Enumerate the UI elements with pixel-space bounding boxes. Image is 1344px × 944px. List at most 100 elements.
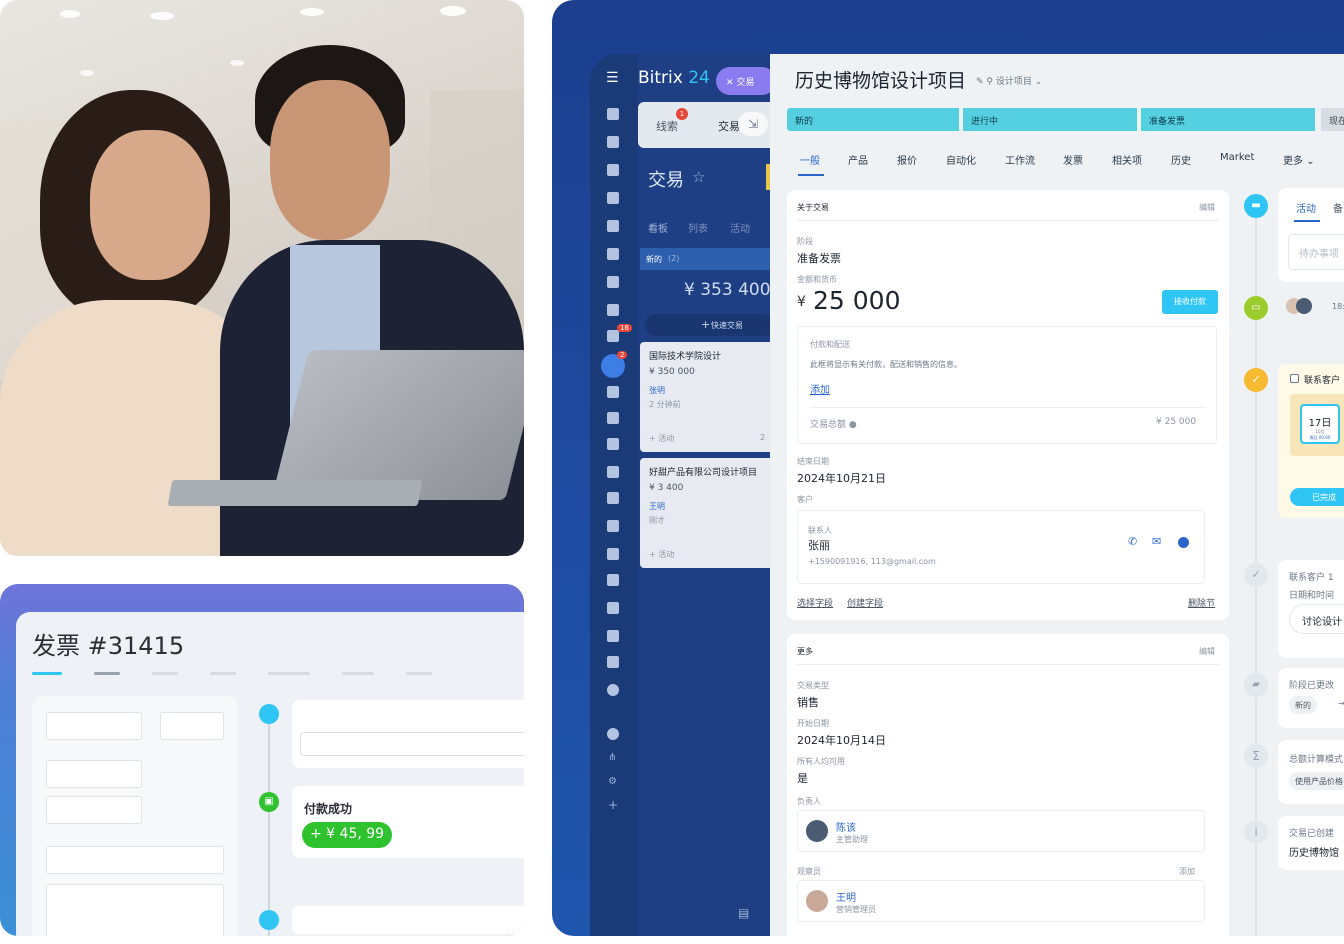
pipeline-tab-leads[interactable]: 线索 [656,118,678,134]
tab-workflow[interactable]: 工作流 [1005,152,1035,167]
deal-card-title: 好甜产品有限公司设计项目 [649,468,758,478]
tab-note[interactable]: 备 [1333,200,1343,215]
cart-icon[interactable] [607,438,619,450]
info-icon[interactable]: ● [849,420,857,430]
receive-payment-button[interactable]: 接收付款 [1162,290,1218,314]
deal-card[interactable]: 好甜产品有限公司设计项目 ¥ 3 400 王明 刚才 + 活动 [640,458,770,568]
menu-icon[interactable]: ☰ [606,70,619,86]
stage-in-progress[interactable]: 进行中 [963,108,1137,131]
pen-icon[interactable] [607,492,619,504]
deal-title: 历史博物馆设计项目 [795,70,967,92]
deal-total-label: 交易总额 ● [810,417,857,430]
task-checkbox[interactable] [1290,374,1299,383]
calendar-icon[interactable] [607,192,619,204]
mail-icon[interactable] [607,276,619,288]
email-icon[interactable]: ✉ [1152,535,1161,548]
analytics-icon[interactable] [607,520,619,532]
add-activity-link[interactable]: + 活动 [649,549,674,560]
tasks-icon[interactable] [607,330,619,342]
responsible-name[interactable]: 陈该 [836,819,856,834]
chat-bubble-icon: ▭ [1244,296,1268,320]
pipeline-tab-deals[interactable]: 交易 [718,118,740,134]
view-tab-kanban[interactable]: 看板 [648,220,668,235]
create-field-link[interactable]: 创建字段 [847,596,883,609]
link-icon[interactable]: ⚲ [986,77,993,87]
stage-current[interactable]: 现在 [1321,108,1344,131]
deal-card[interactable]: 国际技术学院设计 ¥ 350 000 张明 2 分钟前 + 活动 2 [640,342,770,452]
target-icon[interactable] [607,412,619,424]
form-field[interactable] [46,796,142,824]
add-activity-link[interactable]: + 活动 [649,433,674,444]
invoice-card: 发票 #31415 ▣ 付款成功 + ¥ 45, 99 [0,584,524,936]
edit-section-link[interactable]: 编辑 [1199,646,1215,657]
box-icon[interactable] [607,602,619,614]
edit-icon[interactable]: ✎ [976,77,984,87]
phone-icon[interactable]: ✆ [1128,535,1137,548]
add-icon[interactable]: + [608,798,618,812]
bitrix-logo[interactable]: Bitrix 24 [638,68,710,88]
tab-quotes[interactable]: 报价 [897,152,917,167]
tab-automation[interactable]: 自动化 [946,152,976,167]
form-field[interactable] [160,712,224,740]
contact-client-suffix: 1 [1327,573,1334,583]
discuss-design-pill[interactable]: 讨论设计 [1289,604,1344,634]
bank-icon[interactable] [607,386,619,398]
info-icon: i [1244,820,1268,844]
tab-related[interactable]: 相关项 [1112,152,1142,167]
comment-input[interactable] [300,732,524,756]
sign-icon[interactable] [607,466,619,478]
market-icon[interactable] [607,630,619,642]
add-observer-link[interactable]: 添加 [1179,866,1195,877]
form-field[interactable] [46,760,142,788]
deal-card-time: 2 分钟前 [649,400,681,409]
tab-invoices[interactable]: 发票 [1063,152,1083,167]
stage-new[interactable]: 新的 [787,108,959,131]
help-icon[interactable] [607,728,619,740]
view-tab-list[interactable]: 列表 [688,220,708,235]
tab-history[interactable]: 历史 [1171,152,1191,167]
robot-icon[interactable] [607,574,619,586]
plus-icon: + [701,318,711,331]
form-textarea[interactable] [46,884,224,936]
divider [797,220,1219,221]
chat-icon[interactable] [1178,537,1189,548]
deal-card-person[interactable]: 王明 [649,501,665,512]
drive-icon[interactable] [607,248,619,260]
contacts-icon[interactable] [607,304,619,316]
tab-market[interactable]: Market [1220,152,1254,163]
terminal-icon[interactable] [607,548,619,560]
contact-name[interactable]: 张丽 [808,537,830,553]
delete-section-link[interactable]: 删除节 [1188,596,1215,609]
settings-icon[interactable]: ⚙ [608,776,617,787]
collapse-icon[interactable]: ⇲ [738,112,768,136]
tab-general[interactable]: 一般 [800,152,820,167]
favorite-star-icon[interactable]: ☆ [692,168,705,186]
sitemap-icon[interactable]: ⋔ [608,752,616,763]
quick-deal-button[interactable]: + 快速交易 [645,314,775,336]
form-field[interactable] [46,846,224,874]
select-field-link[interactable]: 选择字段 [797,596,833,609]
deal-card-person[interactable]: 张明 [649,385,665,396]
sales-icon[interactable] [607,108,619,120]
view-tab-activity[interactable]: 活动 [730,220,750,235]
code-icon[interactable] [607,656,619,668]
tab-more[interactable]: 更多 ⌄ [1283,152,1315,167]
start-date-label: 开始日期 [797,719,829,728]
more-icon[interactable] [607,684,619,696]
observer-name[interactable]: 王明 [836,889,856,904]
end-date-value: 2024年10月21日 [797,472,886,485]
close-slider-button[interactable]: ✕ 交易 [716,67,776,95]
edit-section-link[interactable]: 编辑 [1199,202,1215,213]
add-payment-link[interactable]: 添加 [810,381,830,396]
print-icon[interactable]: ▤ [738,906,749,920]
document-icon[interactable] [607,220,619,232]
tab-products[interactable]: 产品 [848,152,868,167]
deal-subtitle[interactable]: ✎ ⚲ 设计项目 ⌄ [976,74,1042,87]
stage-invoice[interactable]: 准备发票 [1141,108,1315,131]
form-field[interactable] [46,712,142,740]
tab-activity[interactable]: 活动 [1296,200,1316,215]
chat-icon[interactable] [607,164,619,176]
todo-input[interactable]: 待办事项 [1288,234,1344,270]
done-button[interactable]: 已完成 [1290,488,1344,506]
inbox-icon[interactable] [607,136,619,148]
